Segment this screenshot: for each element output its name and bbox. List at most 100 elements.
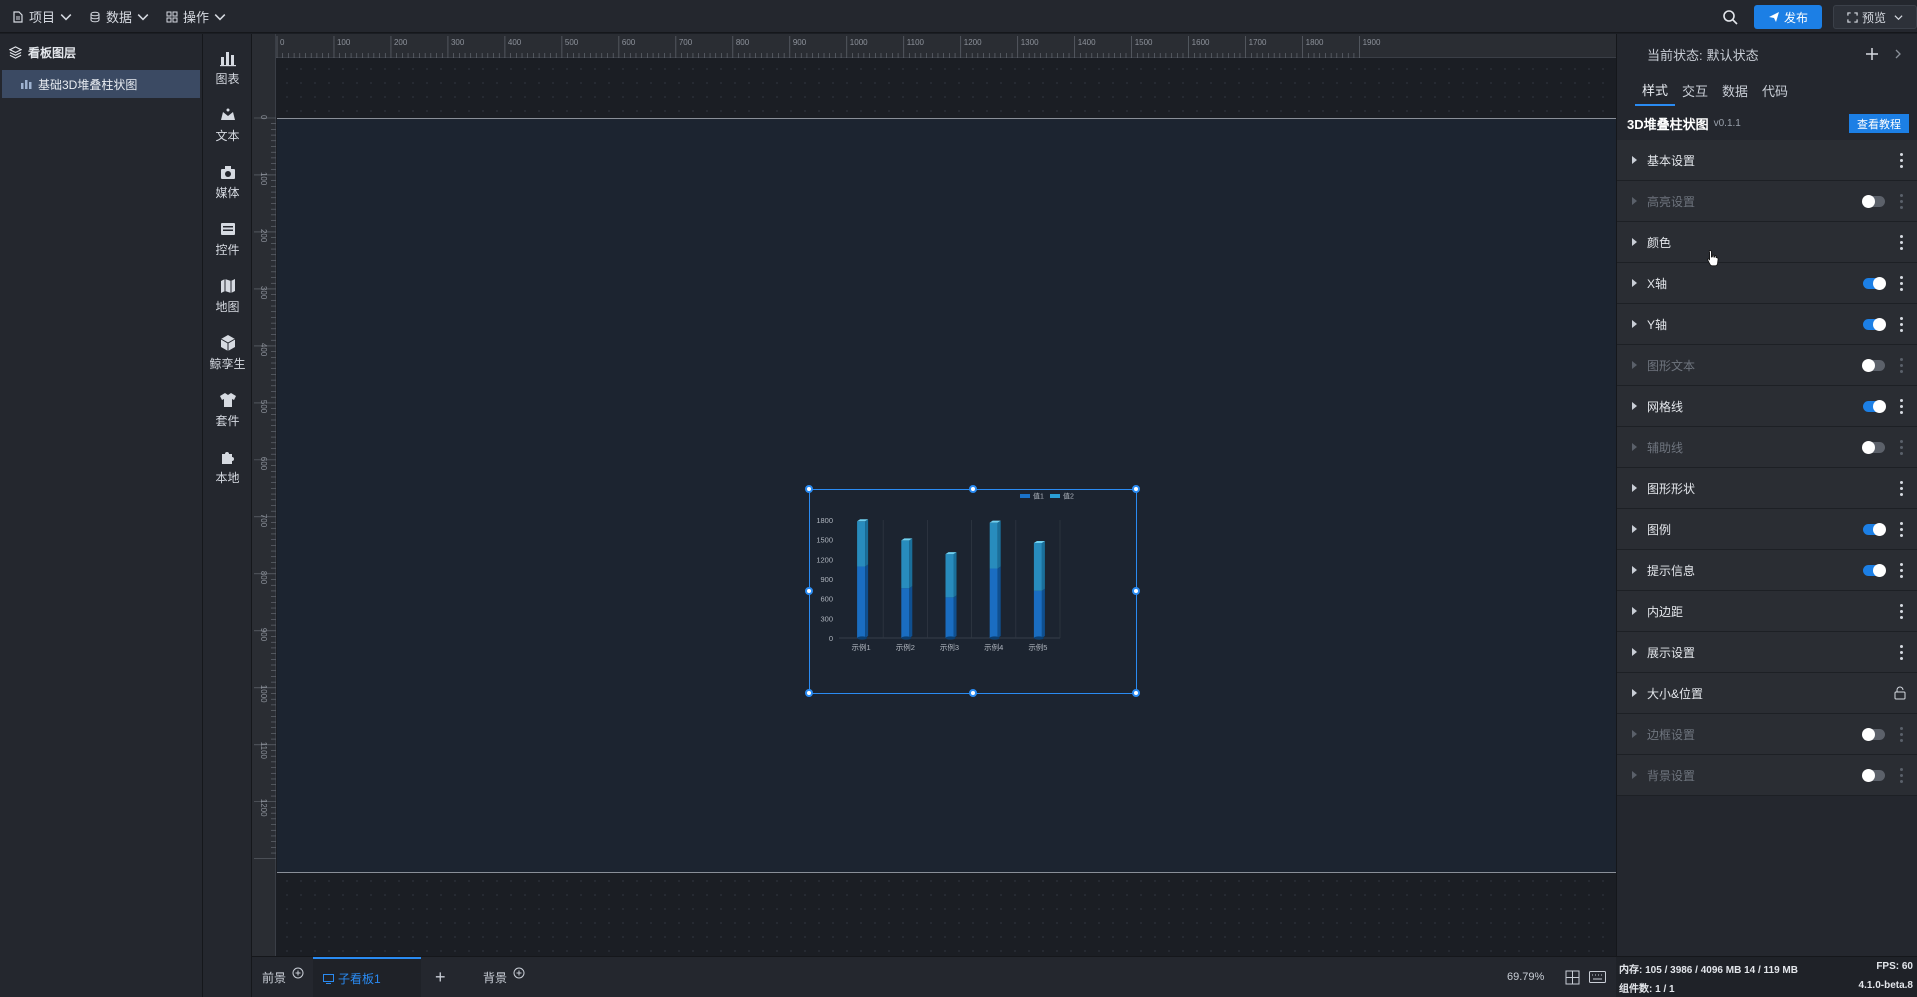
section-toggle[interactable] bbox=[1862, 728, 1885, 741]
chevron-down-icon bbox=[214, 13, 226, 21]
section-row[interactable]: 大小&位置 bbox=[1617, 673, 1917, 714]
tool-map[interactable]: 地图 bbox=[203, 268, 252, 324]
section-row[interactable]: 内边距 bbox=[1617, 591, 1917, 632]
tool-chart-label: 图表 bbox=[215, 72, 240, 86]
tool-twin[interactable]: 鲸孪生 bbox=[203, 325, 252, 381]
tab-background[interactable]: 背景 bbox=[483, 957, 525, 997]
section-toggle[interactable] bbox=[1863, 277, 1886, 290]
tab-style[interactable]: 样式 bbox=[1635, 74, 1675, 106]
keyboard-icon[interactable] bbox=[1589, 971, 1606, 983]
resize-handle[interactable] bbox=[969, 485, 977, 493]
resize-handle[interactable] bbox=[1132, 689, 1140, 697]
resize-handle[interactable] bbox=[969, 689, 977, 697]
more-options-icon[interactable] bbox=[1899, 522, 1903, 537]
more-options-icon[interactable] bbox=[1899, 563, 1903, 578]
canvas-area[interactable]: 0 300 600 900 1200 1500 1800 示例1 示例2 示例3 示例4 示例5 值1 值… bbox=[252, 34, 1616, 956]
more-options-icon[interactable] bbox=[1899, 481, 1903, 496]
tutorial-button[interactable]: 查看教程 bbox=[1849, 114, 1909, 133]
section-toggle[interactable] bbox=[1863, 523, 1886, 536]
section-row[interactable]: 网格线 bbox=[1617, 386, 1917, 427]
section-row[interactable]: 基本设置 bbox=[1617, 140, 1917, 181]
resize-handle[interactable] bbox=[805, 587, 813, 595]
section-row[interactable]: Y轴 bbox=[1617, 304, 1917, 345]
more-options-icon[interactable] bbox=[1899, 645, 1903, 660]
publish-button[interactable]: 发布 bbox=[1754, 5, 1822, 29]
resize-handle[interactable] bbox=[805, 485, 813, 493]
more-options-icon[interactable] bbox=[1899, 317, 1903, 332]
add-board-button[interactable]: + bbox=[435, 957, 446, 997]
tab-data[interactable]: 数据 bbox=[1715, 74, 1755, 106]
resize-handle[interactable] bbox=[1132, 587, 1140, 595]
artboard[interactable]: 0 300 600 900 1200 1500 1800 示例1 示例2 示例3 示例4 示例5 值1 值… bbox=[277, 118, 1616, 873]
app-window: 项目 数据 操作 发布 预览 看板图层 基础3D堆叠柱状图 图表 文本 媒体 控… bbox=[0, 0, 1917, 997]
tool-text[interactable]: 文本 bbox=[203, 97, 252, 153]
menu-project-label: 项目 bbox=[29, 10, 56, 25]
layer-item[interactable]: 基础3D堆叠柱状图 bbox=[2, 70, 200, 98]
add-board-label: + bbox=[435, 967, 446, 987]
section-toggle[interactable] bbox=[1862, 195, 1885, 208]
section-row[interactable]: X轴 bbox=[1617, 263, 1917, 304]
section-row[interactable]: 背景设置 bbox=[1617, 755, 1917, 796]
zoom-level[interactable]: 69.79% bbox=[1507, 971, 1544, 983]
more-options-icon[interactable] bbox=[1899, 440, 1903, 455]
state-value[interactable]: 默认状态 bbox=[1707, 45, 1759, 64]
more-options-icon[interactable] bbox=[1899, 235, 1903, 250]
menu-data[interactable]: 数据 bbox=[89, 0, 149, 33]
ruler-vertical: 0 100 200 300 400 500 600 700 800 900 1000 1100 1200 bbox=[252, 34, 276, 956]
more-options-icon[interactable] bbox=[1899, 358, 1903, 373]
section-row[interactable]: 图例 bbox=[1617, 509, 1917, 550]
menu-project[interactable]: 项目 bbox=[12, 0, 72, 33]
chart-component[interactable]: 0 300 600 900 1200 1500 1800 示例1 示例2 示例3 示例4 示例5 值1 值… bbox=[805, 485, 1140, 697]
more-options-icon[interactable] bbox=[1899, 276, 1903, 291]
toggle-knob bbox=[1862, 441, 1875, 454]
lock-icon[interactable] bbox=[1894, 686, 1906, 700]
section-toggle[interactable] bbox=[1863, 564, 1886, 577]
more-options-icon[interactable] bbox=[1899, 399, 1903, 414]
section-row[interactable]: 提示信息 bbox=[1617, 550, 1917, 591]
section-row[interactable]: 图形形状 bbox=[1617, 468, 1917, 509]
more-options-icon[interactable] bbox=[1899, 604, 1903, 619]
more-options-icon[interactable] bbox=[1899, 194, 1903, 209]
section-row[interactable]: 展示设置 bbox=[1617, 632, 1917, 673]
section-toggle[interactable] bbox=[1862, 441, 1885, 454]
section-row[interactable]: 高亮设置 bbox=[1617, 181, 1917, 222]
more-options-icon[interactable] bbox=[1899, 727, 1903, 742]
search-button[interactable] bbox=[1719, 6, 1741, 28]
fit-screen-icon[interactable] bbox=[1565, 970, 1580, 985]
tab-sub-board[interactable]: 子看板1 bbox=[313, 957, 421, 997]
tool-kit[interactable]: 套件 bbox=[203, 382, 252, 438]
section-row[interactable]: 辅助线 bbox=[1617, 427, 1917, 468]
section-row[interactable]: 图形文本 bbox=[1617, 345, 1917, 386]
caret-right-icon bbox=[1632, 525, 1637, 533]
tab-interaction[interactable]: 交互 bbox=[1675, 74, 1715, 106]
properties-panel: 当前状态: 默认状态 样式 交互 数据 代码 3D堆叠柱状图 v0.1.1 查看… bbox=[1616, 34, 1917, 956]
preview-button[interactable]: 预览 bbox=[1833, 5, 1917, 29]
section-toggle[interactable] bbox=[1862, 769, 1885, 782]
section-toggle[interactable] bbox=[1863, 400, 1886, 413]
x-tick-label: 示例3 bbox=[940, 642, 959, 652]
section-row[interactable]: 边框设置 bbox=[1617, 714, 1917, 755]
tool-widget[interactable]: 控件 bbox=[203, 211, 252, 267]
resize-handle[interactable] bbox=[805, 689, 813, 697]
section-toggle[interactable] bbox=[1862, 359, 1885, 372]
more-options-icon[interactable] bbox=[1899, 768, 1903, 783]
add-circle-icon[interactable] bbox=[513, 967, 525, 979]
ruler-label: 0 bbox=[280, 38, 285, 47]
component-name: 3D堆叠柱状图 bbox=[1627, 116, 1709, 132]
ruler-label: 900 bbox=[793, 38, 807, 47]
menu-operation[interactable]: 操作 bbox=[166, 0, 226, 33]
tool-local[interactable]: 本地 bbox=[203, 439, 252, 495]
section-row[interactable]: 颜色 bbox=[1617, 222, 1917, 263]
resize-handle[interactable] bbox=[1132, 485, 1140, 493]
tab-code[interactable]: 代码 bbox=[1755, 74, 1795, 106]
section-toggle[interactable] bbox=[1863, 318, 1886, 331]
more-options-icon[interactable] bbox=[1899, 153, 1903, 168]
board-tabs-bar: 前景 子看板1 + 背景 69.79% bbox=[252, 956, 1616, 997]
tab-foreground[interactable]: 前景 bbox=[262, 957, 304, 997]
add-circle-icon[interactable] bbox=[292, 967, 304, 979]
tool-media[interactable]: 媒体 bbox=[203, 154, 252, 210]
add-state-icon[interactable] bbox=[1865, 47, 1879, 61]
tool-chart[interactable]: 图表 bbox=[203, 40, 252, 96]
ruler-label: 1100 bbox=[259, 742, 268, 760]
chevron-right-icon[interactable] bbox=[1895, 49, 1901, 59]
